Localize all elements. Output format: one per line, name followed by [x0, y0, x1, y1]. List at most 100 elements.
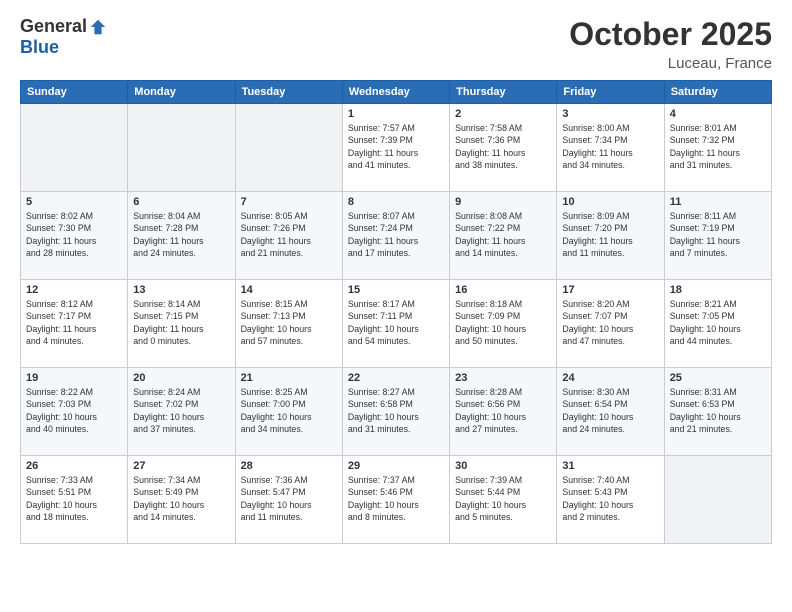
- day-detail: Sunrise: 8:21 AM Sunset: 7:05 PM Dayligh…: [670, 298, 766, 347]
- calendar-cell: 8 Sunrise: 8:07 AM Sunset: 7:24 PM Daylig…: [342, 192, 449, 280]
- calendar-cell: 26 Sunrise: 7:33 AM Sunset: 5:51 PM Dayli…: [21, 456, 128, 544]
- logo-icon: [89, 18, 107, 36]
- day-number: 26: [26, 460, 122, 472]
- day-number: 1: [348, 108, 444, 120]
- day-detail: Sunrise: 8:12 AM Sunset: 7:17 PM Dayligh…: [26, 298, 122, 347]
- calendar-cell: 2Sunrise: 7:58 AM Sunset: 7:36 PM Daylig…: [450, 104, 557, 192]
- calendar-cell: 27 Sunrise: 7:34 AM Sunset: 5:49 PM Dayli…: [128, 456, 235, 544]
- logo-blue-text: Blue: [20, 37, 59, 58]
- day-detail: Sunrise: 7:36 AM Sunset: 5:47 PM Dayligh…: [241, 474, 337, 523]
- day-detail: Sunrise: 8:01 AM Sunset: 7:32 PM Dayligh…: [670, 122, 766, 171]
- day-number: 22: [348, 372, 444, 384]
- day-number: 14: [241, 284, 337, 296]
- day-detail: Sunrise: 8:14 AM Sunset: 7:15 PM Dayligh…: [133, 298, 229, 347]
- day-detail: Sunrise: 8:27 AM Sunset: 6:58 PM Dayligh…: [348, 386, 444, 435]
- calendar-header-sunday: Sunday: [21, 81, 128, 104]
- day-detail: Sunrise: 8:31 AM Sunset: 6:53 PM Dayligh…: [670, 386, 766, 435]
- day-detail: Sunrise: 8:25 AM Sunset: 7:00 PM Dayligh…: [241, 386, 337, 435]
- day-number: 30: [455, 460, 551, 472]
- calendar-cell: 10 Sunrise: 8:09 AM Sunset: 7:20 PM Dayli…: [557, 192, 664, 280]
- day-detail: Sunrise: 8:07 AM Sunset: 7:24 PM Dayligh…: [348, 210, 444, 259]
- day-detail: Sunrise: 7:57 AM Sunset: 7:39 PM Dayligh…: [348, 122, 444, 171]
- calendar-cell: 4 Sunrise: 8:01 AM Sunset: 7:32 PM Daylig…: [664, 104, 771, 192]
- day-detail: Sunrise: 7:58 AM Sunset: 7:36 PM Dayligh…: [455, 122, 551, 171]
- calendar-cell: 17 Sunrise: 8:20 AM Sunset: 7:07 PM Dayli…: [557, 280, 664, 368]
- day-number: 7: [241, 196, 337, 208]
- day-number: 20: [133, 372, 229, 384]
- calendar-cell: 13 Sunrise: 8:14 AM Sunset: 7:15 PM Dayli…: [128, 280, 235, 368]
- day-detail: Sunrise: 8:30 AM Sunset: 6:54 PM Dayligh…: [562, 386, 658, 435]
- day-number: 11: [670, 196, 766, 208]
- day-number: 19: [26, 372, 122, 384]
- calendar-cell: [235, 104, 342, 192]
- day-detail: Sunrise: 8:15 AM Sunset: 7:13 PM Dayligh…: [241, 298, 337, 347]
- calendar-cell: 20 Sunrise: 8:24 AM Sunset: 7:02 PM Dayli…: [128, 368, 235, 456]
- day-number: 8: [348, 196, 444, 208]
- day-detail: Sunrise: 8:09 AM Sunset: 7:20 PM Dayligh…: [562, 210, 658, 259]
- day-detail: Sunrise: 8:17 AM Sunset: 7:11 PM Dayligh…: [348, 298, 444, 347]
- calendar-cell: 1 Sunrise: 7:57 AM Sunset: 7:39 PM Daylig…: [342, 104, 449, 192]
- day-detail: Sunrise: 7:34 AM Sunset: 5:49 PM Dayligh…: [133, 474, 229, 523]
- logo-general-text: General: [20, 16, 87, 37]
- day-detail: Sunrise: 8:28 AM Sunset: 6:56 PM Dayligh…: [455, 386, 551, 435]
- day-detail: Sunrise: 8:24 AM Sunset: 7:02 PM Dayligh…: [133, 386, 229, 435]
- calendar-cell: [128, 104, 235, 192]
- calendar-cell: 6 Sunrise: 8:04 AM Sunset: 7:28 PM Daylig…: [128, 192, 235, 280]
- day-number: 16: [455, 284, 551, 296]
- day-number: 18: [670, 284, 766, 296]
- calendar-cell: 18 Sunrise: 8:21 AM Sunset: 7:05 PM Dayli…: [664, 280, 771, 368]
- calendar-cell: 3 Sunrise: 8:00 AM Sunset: 7:34 PM Daylig…: [557, 104, 664, 192]
- day-number: 4: [670, 108, 766, 120]
- day-number: 25: [670, 372, 766, 384]
- location: Luceau, France: [569, 55, 772, 72]
- calendar-cell: [664, 456, 771, 544]
- day-number: 17: [562, 284, 658, 296]
- calendar-cell: 31 Sunrise: 7:40 AM Sunset: 5:43 PM Dayli…: [557, 456, 664, 544]
- calendar-header-friday: Friday: [557, 81, 664, 104]
- calendar-cell: 21 Sunrise: 8:25 AM Sunset: 7:00 PM Dayli…: [235, 368, 342, 456]
- day-number: 27: [133, 460, 229, 472]
- day-number: 29: [348, 460, 444, 472]
- day-detail: Sunrise: 7:39 AM Sunset: 5:44 PM Dayligh…: [455, 474, 551, 523]
- month-title: October 2025: [569, 16, 772, 53]
- calendar-header-wednesday: Wednesday: [342, 81, 449, 104]
- calendar-cell: 22 Sunrise: 8:27 AM Sunset: 6:58 PM Dayli…: [342, 368, 449, 456]
- calendar-cell: 29 Sunrise: 7:37 AM Sunset: 5:46 PM Dayli…: [342, 456, 449, 544]
- calendar-header-saturday: Saturday: [664, 81, 771, 104]
- day-number: 3: [562, 108, 658, 120]
- calendar-cell: [21, 104, 128, 192]
- day-detail: Sunrise: 8:20 AM Sunset: 7:07 PM Dayligh…: [562, 298, 658, 347]
- day-number: 6: [133, 196, 229, 208]
- calendar-header-thursday: Thursday: [450, 81, 557, 104]
- day-detail: Sunrise: 7:33 AM Sunset: 5:51 PM Dayligh…: [26, 474, 122, 523]
- calendar-cell: 24Sunrise: 8:30 AM Sunset: 6:54 PM Dayli…: [557, 368, 664, 456]
- day-number: 28: [241, 460, 337, 472]
- day-number: 21: [241, 372, 337, 384]
- day-detail: Sunrise: 7:37 AM Sunset: 5:46 PM Dayligh…: [348, 474, 444, 523]
- day-detail: Sunrise: 8:04 AM Sunset: 7:28 PM Dayligh…: [133, 210, 229, 259]
- calendar-cell: 28 Sunrise: 7:36 AM Sunset: 5:47 PM Dayli…: [235, 456, 342, 544]
- day-detail: Sunrise: 8:08 AM Sunset: 7:22 PM Dayligh…: [455, 210, 551, 259]
- calendar-cell: 19Sunrise: 8:22 AM Sunset: 7:03 PM Dayli…: [21, 368, 128, 456]
- logo: General Blue: [20, 16, 107, 58]
- calendar-header-monday: Monday: [128, 81, 235, 104]
- day-detail: Sunrise: 8:02 AM Sunset: 7:30 PM Dayligh…: [26, 210, 122, 259]
- calendar-cell: 7 Sunrise: 8:05 AM Sunset: 7:26 PM Daylig…: [235, 192, 342, 280]
- calendar-cell: 15 Sunrise: 8:17 AM Sunset: 7:11 PM Dayli…: [342, 280, 449, 368]
- day-number: 12: [26, 284, 122, 296]
- day-detail: Sunrise: 8:11 AM Sunset: 7:19 PM Dayligh…: [670, 210, 766, 259]
- calendar-cell: 5Sunrise: 8:02 AM Sunset: 7:30 PM Daylig…: [21, 192, 128, 280]
- calendar-cell: 14 Sunrise: 8:15 AM Sunset: 7:13 PM Dayli…: [235, 280, 342, 368]
- day-number: 13: [133, 284, 229, 296]
- calendar-cell: 16Sunrise: 8:18 AM Sunset: 7:09 PM Dayli…: [450, 280, 557, 368]
- calendar-cell: 23Sunrise: 8:28 AM Sunset: 6:56 PM Dayli…: [450, 368, 557, 456]
- calendar-cell: 9Sunrise: 8:08 AM Sunset: 7:22 PM Daylig…: [450, 192, 557, 280]
- day-detail: Sunrise: 7:40 AM Sunset: 5:43 PM Dayligh…: [562, 474, 658, 523]
- calendar-cell: 25 Sunrise: 8:31 AM Sunset: 6:53 PM Dayli…: [664, 368, 771, 456]
- day-detail: Sunrise: 8:00 AM Sunset: 7:34 PM Dayligh…: [562, 122, 658, 171]
- day-detail: Sunrise: 8:05 AM Sunset: 7:26 PM Dayligh…: [241, 210, 337, 259]
- day-number: 31: [562, 460, 658, 472]
- calendar: SundayMondayTuesdayWednesdayThursdayFrid…: [20, 80, 772, 544]
- day-number: 10: [562, 196, 658, 208]
- day-number: 15: [348, 284, 444, 296]
